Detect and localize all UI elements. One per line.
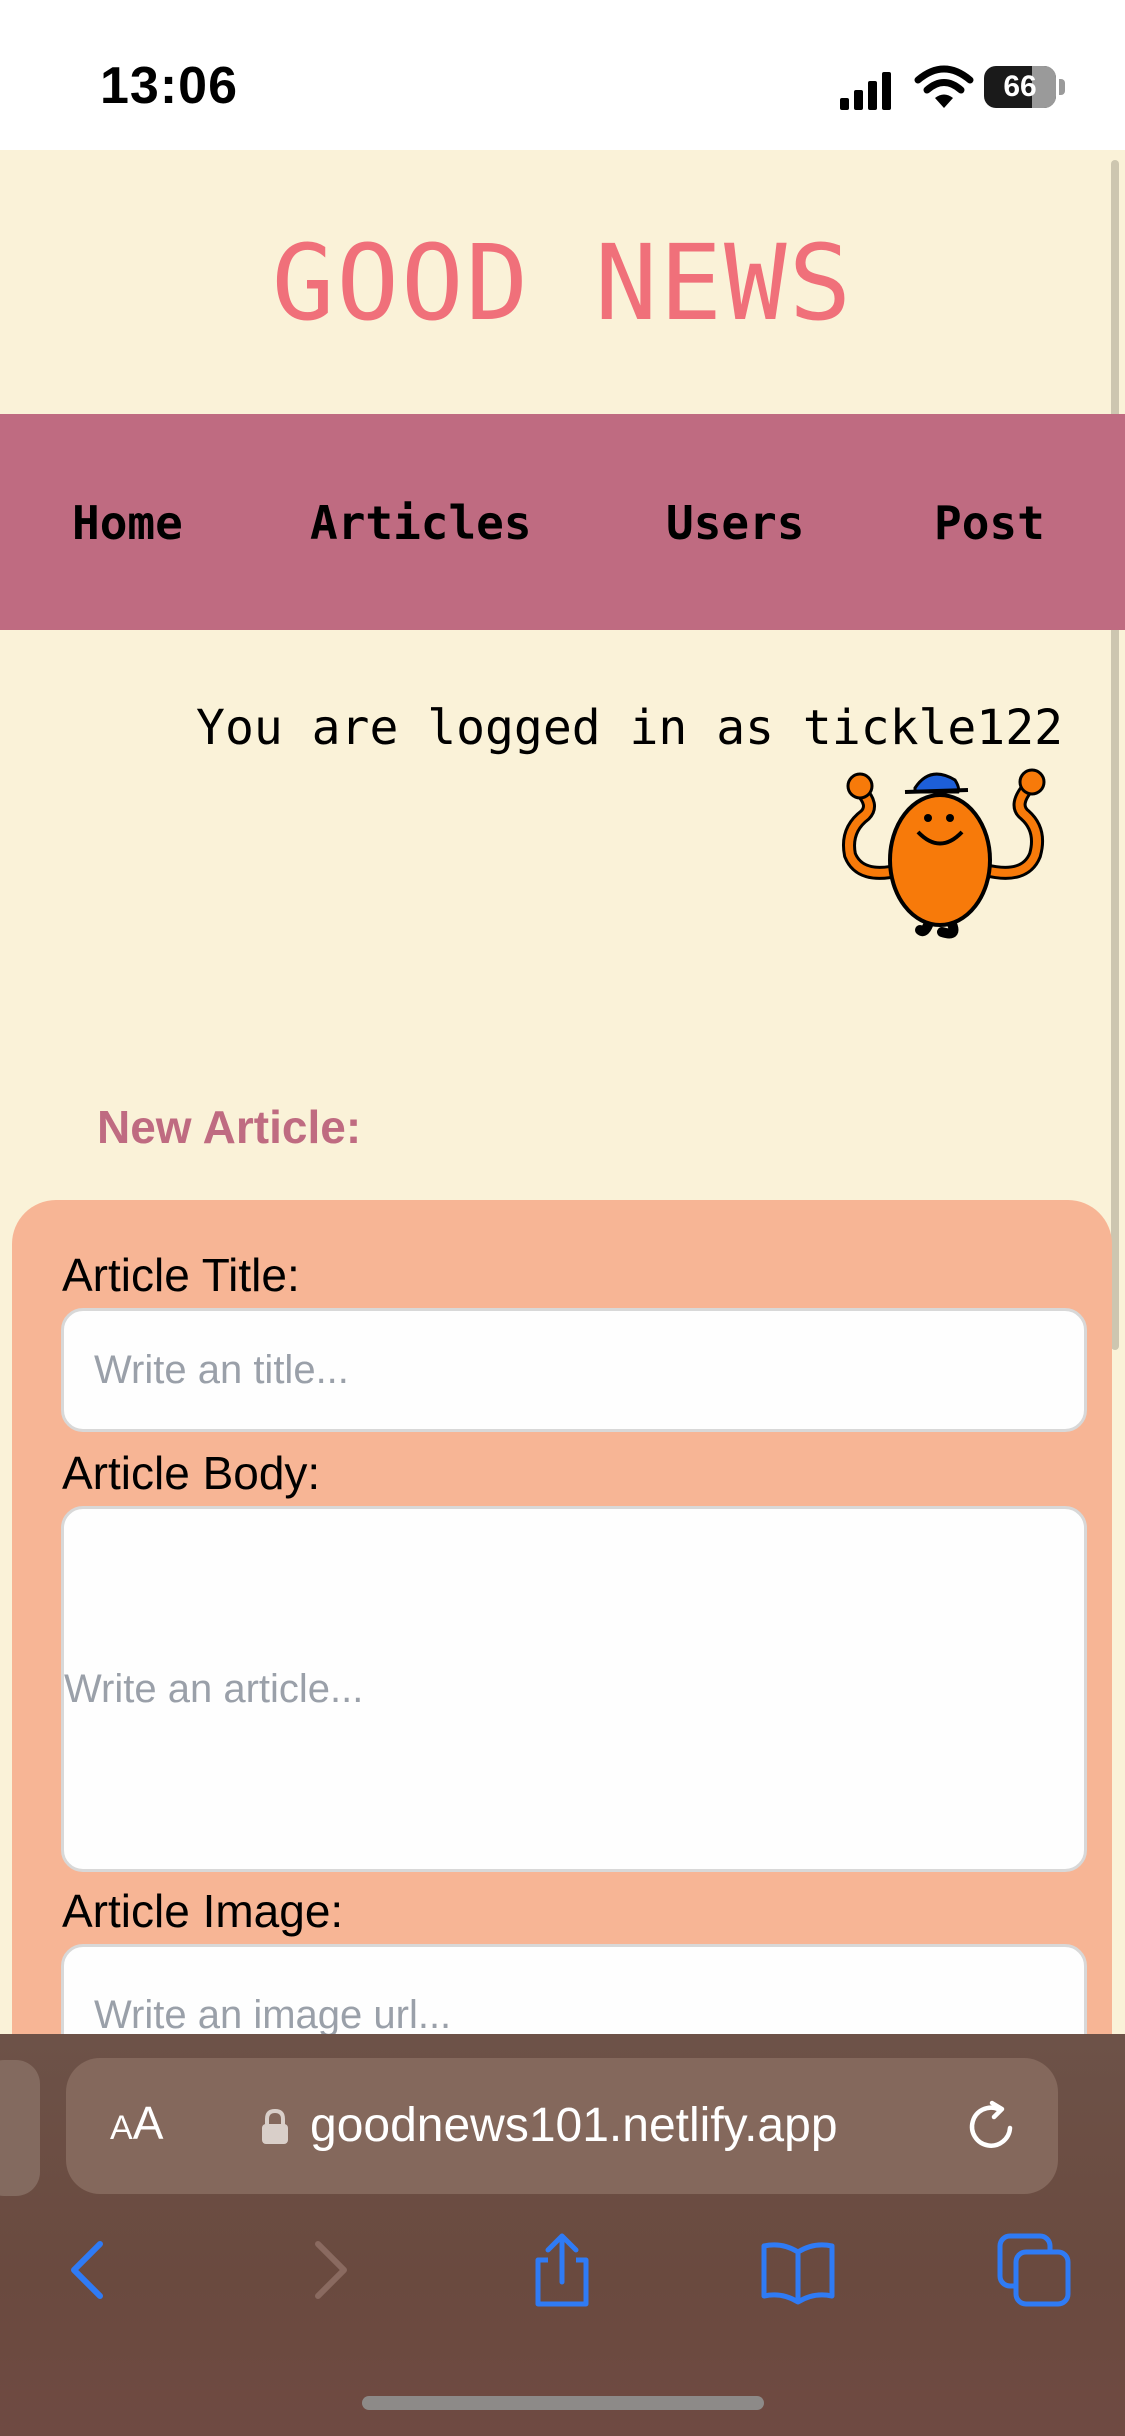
article-title-placeholder: Write an title... <box>94 1347 349 1392</box>
site-title: GOOD NEWS <box>271 222 854 344</box>
status-bar: 13:06 66 <box>0 0 1125 150</box>
forward-icon[interactable] <box>290 2230 370 2310</box>
article-title-input[interactable]: Write an title... <box>61 1308 1087 1432</box>
article-body-textarea[interactable]: Write an article... <box>61 1506 1087 1872</box>
nav-bar: Home Articles Users Post <box>0 414 1125 630</box>
article-title-label: Article Title: <box>62 1249 300 1301</box>
home-indicator[interactable] <box>362 2396 764 2410</box>
browser-toolbar: AA goodnews101.netlify.app <box>0 2034 1125 2436</box>
new-article-heading: New Article: <box>97 1101 362 1153</box>
status-time: 13:06 <box>100 57 238 115</box>
battery-icon: 66 <box>984 66 1066 110</box>
signal-icon <box>840 72 891 110</box>
article-body-placeholder: Write an article... <box>64 1666 364 1711</box>
article-image-label: Article Image: <box>62 1885 344 1937</box>
nav-item-post[interactable]: Post <box>934 496 1045 550</box>
logged-in-text: You are logged in as tickle122 <box>196 700 1063 756</box>
wifi-icon <box>914 65 974 108</box>
reload-icon[interactable] <box>964 2098 1020 2154</box>
tabs-icon[interactable] <box>994 2230 1074 2310</box>
nav-item-users[interactable]: Users <box>666 496 804 550</box>
article-image-placeholder: Write an image url... <box>94 1993 452 2037</box>
back-icon[interactable] <box>48 2230 128 2310</box>
previous-tab-peek[interactable] <box>0 2060 40 2196</box>
bookmarks-icon[interactable] <box>758 2230 838 2310</box>
url-text[interactable]: goodnews101.netlify.app <box>310 2098 838 2153</box>
lock-icon <box>262 2108 288 2144</box>
address-bar[interactable]: AA goodnews101.netlify.app <box>66 2058 1058 2194</box>
nav-item-home[interactable]: Home <box>72 496 183 550</box>
avatar <box>842 768 1046 939</box>
article-body-label: Article Body: <box>62 1447 321 1499</box>
battery-level: 66 <box>1003 70 1037 103</box>
nav-item-articles[interactable]: Articles <box>310 496 532 550</box>
reader-aa-button[interactable]: AA <box>110 2096 163 2156</box>
share-icon[interactable] <box>522 2230 602 2310</box>
